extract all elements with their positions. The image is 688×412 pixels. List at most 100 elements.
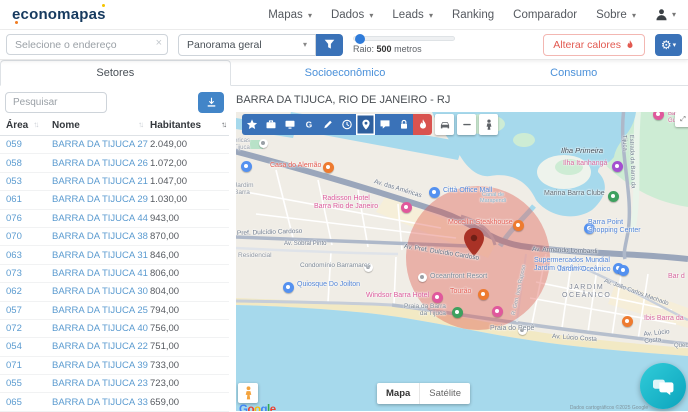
cell-nome-link[interactable]: BARRA DA TIJUCA 39 (52, 360, 150, 371)
cell-area-link[interactable]: 058 (6, 158, 52, 169)
table-row[interactable]: 065BARRA DA TIJUCA 33659,00 (0, 393, 229, 411)
table-row[interactable]: 061BARRA DA TIJUCA 291.030,00 (0, 191, 229, 209)
hotel-pin[interactable] (492, 306, 503, 317)
cell-nome-link[interactable]: BARRA DA TIJUCA 31 (52, 250, 150, 261)
shopping-pin[interactable] (584, 223, 595, 234)
marina-pin[interactable] (608, 191, 619, 202)
cell-area-link[interactable]: 057 (6, 305, 52, 316)
poi-pin[interactable] (418, 273, 427, 282)
cell-nome-link[interactable]: BARRA DA TIJUCA 26 (52, 158, 150, 169)
search-input[interactable] (5, 92, 107, 113)
cell-area-link[interactable]: 065 (6, 397, 52, 408)
map[interactable]: ericas TijucaCasa do AlemãoJardim BarraR… (236, 112, 688, 411)
map-type-map-button[interactable]: Mapa (377, 383, 420, 404)
map-tool-monitor-button[interactable] (280, 114, 299, 135)
chat-widget-button[interactable] (640, 363, 686, 409)
cell-nome-link[interactable]: BARRA DA TIJUCA 25 (52, 305, 150, 316)
kiosk-pin[interactable] (283, 282, 294, 293)
cell-nome-link[interactable]: BARRA DA TIJUCA 22 (52, 341, 150, 352)
tab-socioeconomico[interactable]: Socioeconômico (231, 60, 460, 85)
tab-consumo[interactable]: Consumo (459, 60, 688, 85)
cell-nome-link[interactable]: BARRA DA TIJUCA 40 (52, 323, 150, 334)
table-row[interactable]: 062BARRA DA TIJUCA 30804,00 (0, 283, 229, 301)
map-tool-car-button[interactable] (435, 114, 454, 135)
col-habitantes[interactable]: Habitantes (150, 120, 201, 131)
cell-area-link[interactable]: 059 (6, 139, 52, 150)
map-tool-briefcase-button[interactable] (261, 114, 280, 135)
cell-nome-link[interactable]: BARRA DA TIJUCA 21 (52, 176, 150, 187)
hotel-pin[interactable] (401, 202, 412, 213)
nav-item-mapas[interactable]: Mapas ▾ (268, 9, 312, 21)
download-button[interactable] (198, 92, 224, 113)
map-tool-minus-button[interactable] (457, 114, 476, 135)
table-row[interactable]: 070BARRA DA TIJUCA 38870,00 (0, 228, 229, 246)
nav-item-dados[interactable]: Dados ▾ (331, 9, 373, 21)
table-row[interactable]: 063BARRA DA TIJUCA 31846,00 (0, 246, 229, 264)
table-row[interactable]: 053BARRA DA TIJUCA 211.047,00 (0, 173, 229, 191)
slider-handle[interactable] (355, 34, 365, 44)
nav-item-comparador[interactable]: Comparador (513, 9, 577, 21)
beach-pin[interactable] (452, 307, 463, 318)
map-tool-location-pin-button[interactable] (356, 114, 375, 135)
table-row[interactable]: 071BARRA DA TIJUCA 39733,00 (0, 357, 229, 375)
nav-item-sobre[interactable]: Sobre ▾ (596, 9, 636, 21)
cell-area-link[interactable]: 072 (6, 323, 52, 334)
map-tool-star-button[interactable] (242, 114, 261, 135)
map-tool-clock-button[interactable] (337, 114, 356, 135)
table-row[interactable]: 059BARRA DA TIJUCA 272.049,00 (0, 136, 229, 154)
tab-setores[interactable]: Setores (0, 60, 231, 86)
restaurant-pin[interactable] (513, 220, 524, 231)
user-menu[interactable]: ▾ (655, 8, 676, 21)
island-pin[interactable] (612, 161, 623, 172)
sort-icon[interactable]: ↑↓ (33, 120, 37, 131)
cell-area-link[interactable]: 061 (6, 194, 52, 205)
cell-nome-link[interactable]: BARRA DA TIJUCA 29 (52, 194, 150, 205)
table-row[interactable]: 057BARRA DA TIJUCA 25794,00 (0, 302, 229, 320)
cell-nome-link[interactable]: BARRA DA TIJUCA 33 (52, 397, 150, 408)
mall-pin[interactable] (429, 187, 440, 198)
clear-icon[interactable]: × (156, 37, 162, 49)
map-tool-google-g-button[interactable]: G (299, 114, 318, 135)
cell-area-link[interactable]: 070 (6, 231, 52, 242)
map-tool-pegman-button[interactable] (479, 114, 498, 135)
shopping-pin[interactable] (241, 161, 252, 172)
sort-icon-active[interactable]: ↑↓ (221, 120, 225, 131)
cell-nome-link[interactable]: BARRA DA TIJUCA 38 (52, 231, 150, 242)
map-tool-fire-button[interactable] (413, 114, 432, 135)
restaurant-pin[interactable] (478, 289, 489, 300)
nav-item-leads[interactable]: Leads ▾ (392, 9, 433, 21)
table-row[interactable]: 076BARRA DA TIJUCA 44943,00 (0, 210, 229, 228)
radius-slider[interactable] (353, 36, 455, 41)
hotel-pin[interactable] (432, 292, 443, 303)
col-area[interactable]: Área (6, 120, 28, 131)
nav-item-ranking[interactable]: Ranking (452, 9, 494, 21)
pegman-control[interactable] (238, 383, 258, 403)
map-tool-lock-button[interactable] (394, 114, 413, 135)
cell-area-link[interactable]: 062 (6, 286, 52, 297)
sort-icon[interactable]: ↑↓ (138, 120, 142, 131)
cell-nome-link[interactable]: BARRA DA TIJUCA 23 (52, 378, 150, 389)
cell-nome-link[interactable]: BARRA DA TIJUCA 41 (52, 268, 150, 279)
map-type-satellite-button[interactable]: Satélite (420, 383, 470, 404)
poi-pin[interactable] (518, 326, 527, 335)
cell-area-link[interactable]: 063 (6, 250, 52, 261)
restaurant-pin[interactable] (323, 162, 334, 173)
table-row[interactable]: 055BARRA DA TIJUCA 23723,00 (0, 375, 229, 393)
filter-button[interactable] (316, 34, 343, 56)
table-row[interactable]: 073BARRA DA TIJUCA 41806,00 (0, 265, 229, 283)
settings-button[interactable]: ⚙▾ (655, 34, 682, 56)
table-row[interactable]: 072BARRA DA TIJUCA 40756,00 (0, 320, 229, 338)
cell-nome-link[interactable]: BARRA DA TIJUCA 30 (52, 286, 150, 297)
panorama-select[interactable]: Panorama geral ▾ (178, 34, 316, 56)
alterar-calores-button[interactable]: Alterar calores (543, 34, 645, 56)
table-row[interactable]: 054BARRA DA TIJUCA 22751,00 (0, 338, 229, 356)
hotel-pin[interactable] (653, 112, 664, 120)
logo[interactable]: economapas (12, 6, 106, 23)
cell-area-link[interactable]: 055 (6, 378, 52, 389)
col-nome[interactable]: Nome (52, 120, 80, 131)
map-tool-chat-bubble-button[interactable] (375, 114, 394, 135)
hotel-pin[interactable] (622, 316, 633, 327)
table-row[interactable]: 058BARRA DA TIJUCA 261.072,00 (0, 154, 229, 172)
district-pin[interactable] (618, 265, 629, 276)
cell-area-link[interactable]: 053 (6, 176, 52, 187)
